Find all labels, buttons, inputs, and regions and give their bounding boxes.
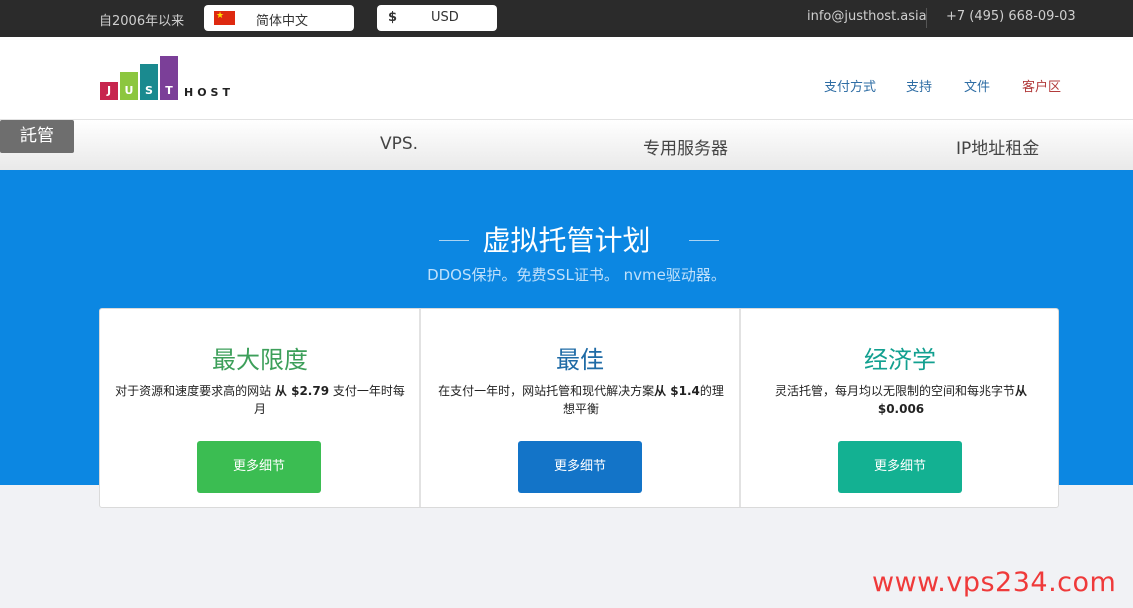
divider bbox=[926, 8, 927, 28]
currency-select[interactable]: $ USD bbox=[377, 5, 497, 31]
justhost-logo[interactable]: J U S T HOST bbox=[100, 56, 240, 100]
hero-title: 虚拟托管计划 bbox=[482, 224, 651, 257]
plan-title: 最大限度 bbox=[212, 346, 308, 374]
nav-client-area[interactable]: 客户区 bbox=[1022, 76, 1061, 95]
header: J U S T HOST 支付方式 支持 文件 客户区 bbox=[0, 37, 1133, 119]
tab-dedicated-servers[interactable]: 专用服务器 bbox=[643, 134, 728, 159]
plan-description: 对于资源和速度要求高的网站 从 $2.79 支付一年时每月 bbox=[115, 384, 405, 416]
language-select[interactable]: ★ 简体中文 bbox=[204, 5, 354, 31]
logo-bar-s: S bbox=[140, 64, 158, 100]
email-link[interactable]: info@justhost.asia bbox=[807, 9, 927, 24]
plan-description: 在支付一年时，网站托管和现代解决方案从 $1.4的理想平衡 bbox=[438, 384, 724, 416]
since-text: 自2006年以来 bbox=[99, 14, 185, 29]
plan-title: 最佳 bbox=[556, 346, 604, 374]
logo-bar-u: U bbox=[120, 72, 138, 100]
logo-host-text: HOST bbox=[184, 86, 234, 99]
title-line-right bbox=[689, 240, 719, 241]
plan-card-economy: 经济学 灵活托管，每月均以无限制的空间和每兆字节从 $0.006 更多细节 bbox=[739, 309, 1059, 507]
main-nav: 託管 VPS. 专用服务器 IP地址租金 bbox=[0, 119, 1133, 170]
currency-symbol: $ bbox=[388, 10, 398, 25]
tab-hosting[interactable]: 託管 bbox=[0, 120, 74, 153]
top-bar: 自2006年以来 ★ 简体中文 $ USD info@justhost.asia… bbox=[0, 0, 1133, 37]
more-details-button[interactable]: 更多细节 bbox=[197, 441, 321, 493]
nav-support[interactable]: 支持 bbox=[906, 76, 932, 95]
more-details-button[interactable]: 更多细节 bbox=[838, 441, 962, 493]
plan-card-maximum: 最大限度 对于资源和速度要求高的网站 从 $2.79 支付一年时每月 更多细节 bbox=[100, 309, 420, 507]
tab-vps[interactable]: VPS. bbox=[380, 134, 418, 154]
more-details-button[interactable]: 更多细节 bbox=[518, 441, 642, 493]
nav-payment-methods[interactable]: 支付方式 bbox=[824, 76, 876, 95]
watermark: www.vps234.com bbox=[872, 567, 1117, 598]
plan-title: 经济学 bbox=[864, 346, 936, 374]
phone-link[interactable]: +7 (495) 668-09-03 bbox=[946, 9, 1076, 24]
hero-subtitle: DDOS保护。免费SSL证书。 nvme驱动器。 bbox=[427, 266, 726, 284]
language-label: 简体中文 bbox=[256, 14, 309, 29]
plan-card-optimal: 最佳 在支付一年时，网站托管和现代解决方案从 $1.4的理想平衡 更多细节 bbox=[419, 309, 739, 507]
plan-cards: 最大限度 对于资源和速度要求高的网站 从 $2.79 支付一年时每月 更多细节 … bbox=[99, 308, 1059, 508]
nav-files[interactable]: 文件 bbox=[964, 76, 990, 95]
logo-bar-j: J bbox=[100, 82, 118, 100]
china-flag-icon: ★ bbox=[214, 11, 235, 25]
logo-bar-t: T bbox=[160, 56, 178, 100]
currency-code: USD bbox=[431, 10, 459, 25]
plan-description: 灵活托管，每月均以无限制的空间和每兆字节从 $0.006 bbox=[774, 384, 1028, 416]
tab-ip-rental[interactable]: IP地址租金 bbox=[956, 134, 1039, 159]
